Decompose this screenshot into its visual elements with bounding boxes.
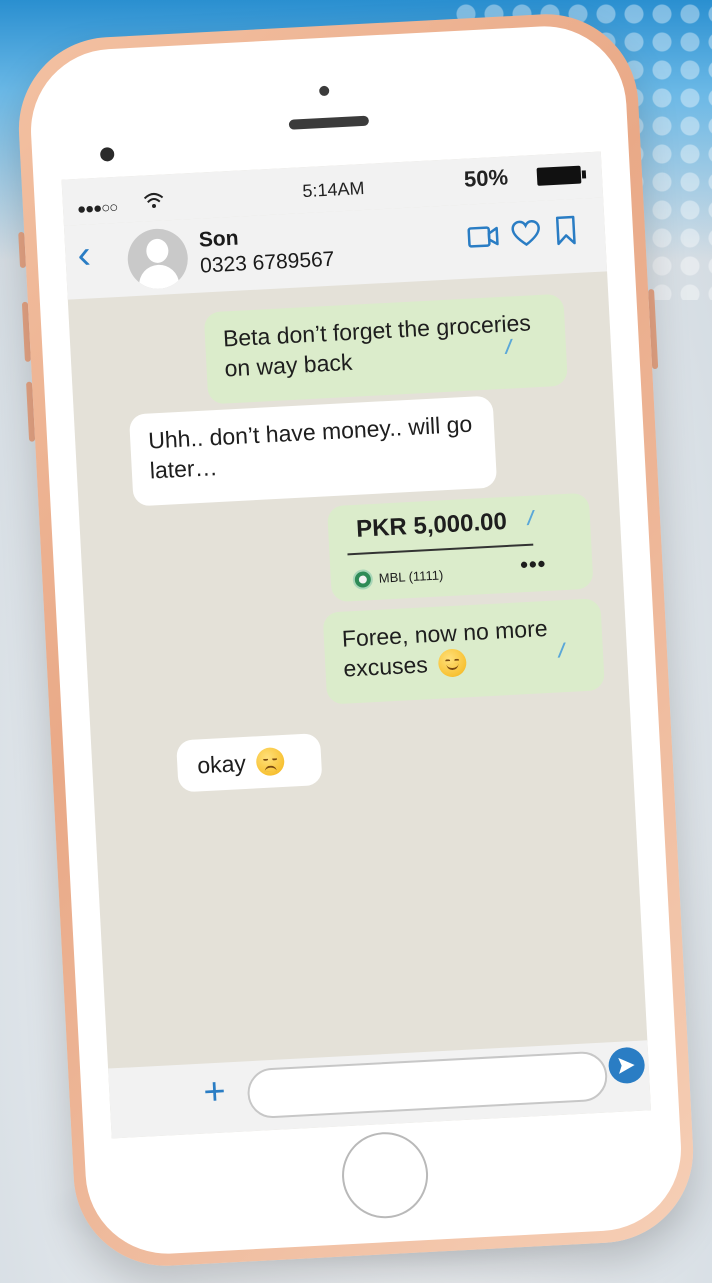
avatar[interactable] [126, 227, 190, 291]
message-text: okay [196, 749, 247, 779]
message-text: Beta don’t forget the groceries on way b… [222, 309, 532, 382]
wifi-icon [142, 191, 165, 215]
bank-logo-icon [352, 569, 374, 591]
battery-icon [536, 165, 582, 186]
heart-icon[interactable] [510, 219, 541, 249]
more-options-icon[interactable]: ••• [520, 549, 548, 580]
message-bubble-incoming[interactable]: okay [176, 733, 323, 793]
message-bubble-outgoing[interactable]: Beta don’t forget the groceries on way b… [203, 293, 568, 405]
payment-amount: PKR 5,000.00 [355, 507, 508, 543]
payment-message-bubble[interactable]: PKR 5,000.00 MBL (1111) ••• // [326, 492, 594, 603]
read-receipt-icon: // [558, 640, 560, 663]
battery-percent: 50% [463, 164, 509, 192]
message-bubble-outgoing[interactable]: Foree, now no more excuses // [322, 598, 605, 705]
message-input[interactable] [246, 1050, 609, 1120]
payment-divider [347, 543, 534, 556]
contact-phone: 0323 6789567 [199, 247, 335, 278]
contact-name[interactable]: Son [198, 227, 239, 253]
chat-screen: ●●●○○ 5:14AM 50% ‹ Son 0323 6789567 Beta… [61, 151, 652, 1139]
avatar-head-shape [145, 238, 169, 264]
smiling-face-emoji-icon [437, 648, 467, 678]
avatar-body-shape [138, 263, 180, 291]
phone-device: ●●●○○ 5:14AM 50% ‹ Son 0323 6789567 Beta… [14, 9, 698, 1271]
signal-strength-icon: ●●●○○ [76, 198, 118, 218]
message-list[interactable]: Beta don’t forget the groceries on way b… [68, 271, 648, 1068]
send-arrow-icon [618, 1057, 635, 1074]
send-button[interactable] [607, 1046, 646, 1085]
read-receipt-icon: // [505, 336, 507, 359]
clock: 5:14AM [301, 177, 365, 202]
message-text: Uhh.. don’t have money.. will go later… [147, 410, 473, 484]
plus-icon[interactable]: + [202, 1070, 226, 1113]
message-bubble-incoming[interactable]: Uhh.. don’t have money.. will go later… [128, 395, 498, 507]
payment-account-row: MBL (1111) [352, 560, 444, 595]
bookmark-icon[interactable] [554, 215, 578, 246]
back-chevron-icon[interactable]: ‹ [76, 232, 92, 277]
video-call-icon[interactable] [466, 223, 499, 251]
pensive-face-emoji-icon [255, 746, 285, 777]
payment-account: MBL (1111) [378, 567, 444, 586]
